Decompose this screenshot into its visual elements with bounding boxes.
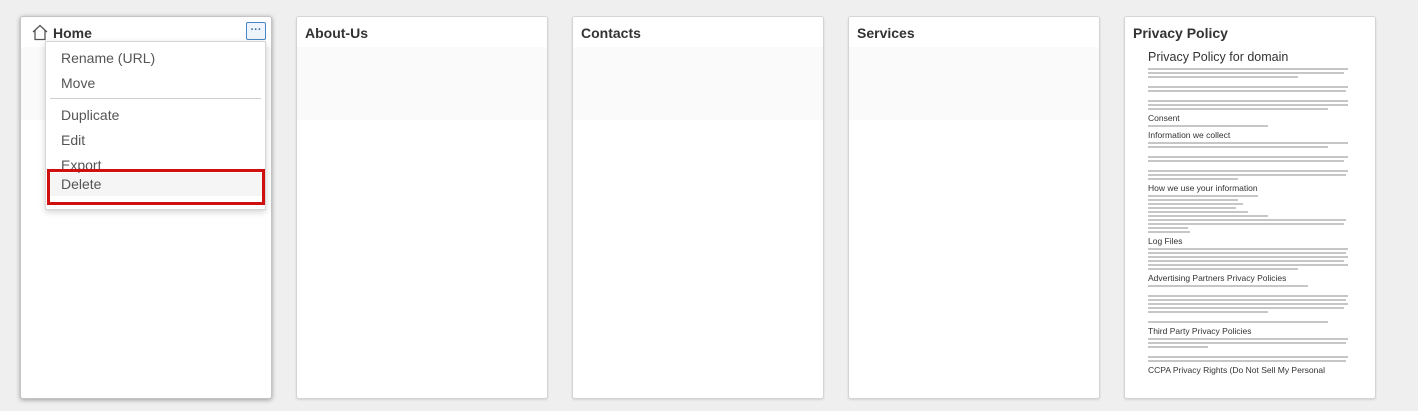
page-card-about-us[interactable]: About-Us: [296, 16, 548, 399]
page-preview: [297, 47, 547, 120]
menu-item-rename[interactable]: Rename (URL): [61, 50, 155, 66]
page-card-services[interactable]: Services: [848, 16, 1100, 399]
delete-highlight-box: [47, 169, 265, 205]
more-options-icon: ···: [250, 24, 262, 36]
preview-heading: Consent: [1148, 113, 1180, 123]
card-header: Privacy Policy: [1125, 17, 1375, 47]
card-title: Home: [53, 25, 92, 41]
card-header: Contacts: [573, 17, 823, 47]
card-header: Services: [849, 17, 1099, 47]
page-preview: [849, 47, 1099, 120]
card-header: About-Us: [297, 17, 547, 47]
page-card-privacy-policy[interactable]: Privacy Policy Privacy Policy for domain…: [1124, 16, 1376, 399]
more-options-button[interactable]: ···: [246, 22, 266, 40]
card-title: Contacts: [581, 25, 641, 41]
preview-heading: Third Party Privacy Policies: [1148, 326, 1252, 336]
preview-heading: How we use your information: [1148, 183, 1258, 193]
preview-heading: Advertising Partners Privacy Policies: [1148, 273, 1287, 283]
menu-divider: [50, 98, 261, 99]
preview-heading: CCPA Privacy Rights (Do Not Sell My Pers…: [1148, 365, 1325, 375]
menu-item-move[interactable]: Move: [61, 75, 95, 91]
home-icon: [32, 24, 48, 41]
page-card-contacts[interactable]: Contacts: [572, 16, 824, 399]
privacy-policy-preview: Privacy Policy for domain Consent Inform…: [1148, 50, 1358, 377]
menu-item-edit[interactable]: Edit: [61, 132, 85, 148]
preview-heading: Log Files: [1148, 236, 1183, 246]
card-title: Privacy Policy: [1133, 25, 1228, 41]
page-preview: [573, 47, 823, 120]
card-title: Services: [857, 25, 915, 41]
preview-title: Privacy Policy for domain: [1148, 50, 1289, 64]
card-title: About-Us: [305, 25, 368, 41]
menu-item-duplicate[interactable]: Duplicate: [61, 107, 119, 123]
preview-heading: Information we collect: [1148, 130, 1231, 140]
